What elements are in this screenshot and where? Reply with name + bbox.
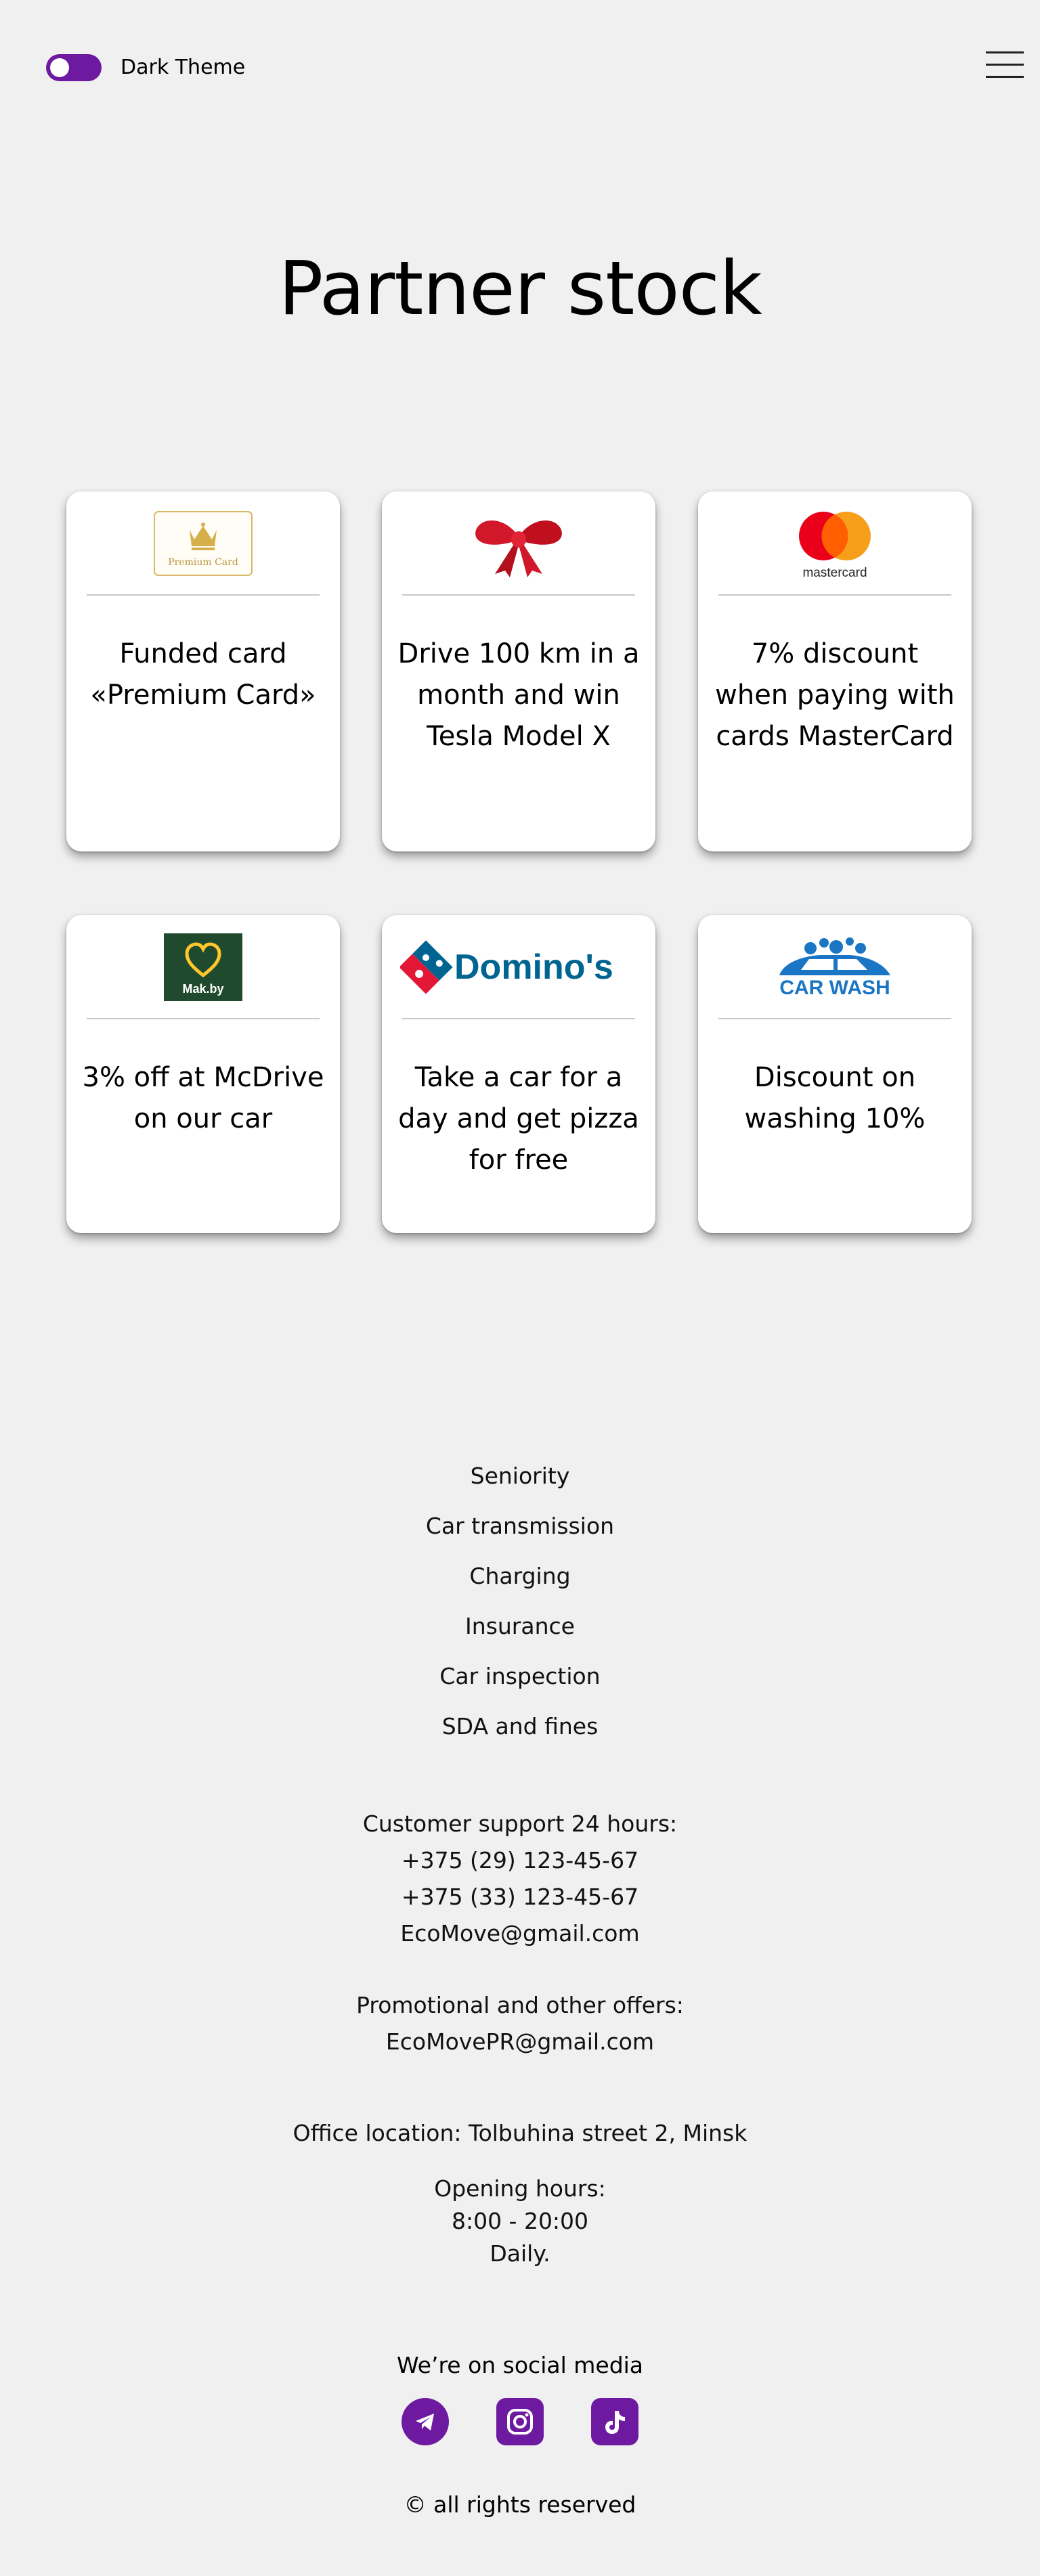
promo-email[interactable]: EcoMovePR@gmail.com — [0, 2024, 1040, 2060]
svg-text:Premium Card: Premium Card — [168, 557, 238, 568]
tiktok-icon[interactable] — [591, 2398, 638, 2445]
hours-title: Opening hours: — [434, 2175, 606, 2202]
footer-link-charging[interactable]: Charging — [0, 1551, 1040, 1601]
support-email[interactable]: EcoMove@gmail.com — [0, 1915, 1040, 1952]
hamburger-menu-icon[interactable] — [986, 50, 1024, 80]
dominos-logo: Domino's — [382, 930, 655, 1004]
footer-link-insurance[interactable]: Insurance — [0, 1601, 1040, 1651]
card-divider — [718, 594, 951, 596]
promo-contact: Promotional and other offers: EcoMovePR@… — [0, 1987, 1040, 2060]
offer-card-mastercard[interactable]: mastercard 7% discount when paying with … — [698, 491, 972, 851]
footer-link-car-transmission[interactable]: Car transmission — [0, 1501, 1040, 1551]
copyright: © all rights reserved — [404, 2491, 636, 2518]
card-divider — [402, 594, 635, 596]
offer-card-dominos[interactable]: Domino's Take a car for a day and get pi… — [382, 915, 655, 1233]
offer-text: Discount on washing 10% — [744, 1062, 926, 1134]
customer-support: Customer support 24 hours: +375 (29) 123… — [0, 1806, 1040, 1952]
offer-card-car-wash[interactable]: CAR WASH Discount on washing 10% — [698, 915, 972, 1233]
card-divider — [87, 594, 320, 596]
gift-bow-icon — [382, 506, 655, 581]
offer-card-mcdrive[interactable]: Mak.by 3% off at McDrive on our car — [66, 915, 340, 1233]
telegram-icon[interactable] — [402, 2398, 449, 2445]
card-divider — [718, 1018, 951, 1019]
offer-card-tesla[interactable]: Drive 100 km in a month and win Tesla Mo… — [382, 491, 655, 851]
card-divider — [87, 1018, 320, 1019]
hours-days: Daily. — [490, 2240, 550, 2267]
support-phone-1[interactable]: +375 (29) 123-45-67 — [0, 1842, 1040, 1879]
offer-text: 3% off at McDrive on our car — [82, 1062, 324, 1134]
office-address: Office location: Tolbuhina street 2, Min… — [292, 2120, 748, 2146]
social-media-title: We’re on social media — [396, 2352, 644, 2378]
makby-logo: Mak.by — [66, 930, 340, 1004]
footer-nav: Seniority Car transmission Charging Insu… — [0, 1451, 1040, 1752]
promo-title: Promotional and other offers: — [356, 1992, 684, 2018]
footer-link-car-inspection[interactable]: Car inspection — [0, 1651, 1040, 1702]
svg-text:Domino's: Domino's — [454, 948, 613, 987]
footer-link-seniority[interactable]: Seniority — [0, 1451, 1040, 1501]
mastercard-logo: mastercard — [698, 506, 972, 581]
instagram-icon[interactable] — [496, 2398, 544, 2445]
car-wash-logo: CAR WASH — [698, 930, 972, 1004]
opening-hours: Opening hours: 8:00 - 20:00 Daily. — [0, 2173, 1040, 2270]
svg-text:Mak.by: Mak.by — [182, 982, 223, 996]
premium-card-logo: Premium Card — [66, 506, 340, 581]
offer-text: Funded card «Premium Card» — [90, 638, 316, 711]
page-title: Partner stock — [278, 245, 762, 332]
hours-time: 8:00 - 20:00 — [451, 2208, 589, 2234]
svg-text:CAR WASH: CAR WASH — [779, 977, 890, 999]
card-divider — [402, 1018, 635, 1019]
offer-text: 7% discount when paying with cards Maste… — [715, 638, 955, 752]
support-title: Customer support 24 hours: — [362, 1811, 678, 1837]
support-phone-2[interactable]: +375 (33) 123-45-67 — [0, 1879, 1040, 1915]
toggle-knob — [50, 58, 69, 77]
dark-theme-label: Dark Theme — [121, 55, 246, 79]
offer-text: Take a car for a day and get pizza for f… — [398, 1062, 639, 1176]
office-location: Office location: Tolbuhina street 2, Min… — [0, 2115, 1040, 2152]
offer-text: Drive 100 km in a month and win Tesla Mo… — [397, 638, 640, 752]
footer-link-sda-and-fines[interactable]: SDA and fines — [0, 1702, 1040, 1752]
svg-text:mastercard: mastercard — [802, 566, 867, 580]
dark-theme-toggle[interactable] — [46, 54, 102, 81]
offer-card-premium-card[interactable]: Premium Card Funded card «Premium Card» — [66, 491, 340, 851]
social-links — [0, 2398, 1040, 2445]
